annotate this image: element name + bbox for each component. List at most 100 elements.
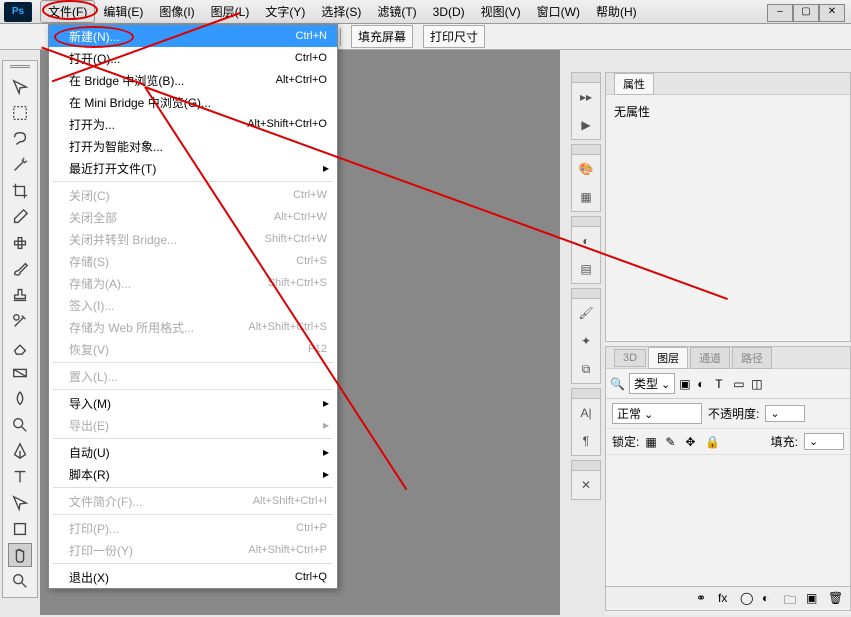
menu-item-o[interactable]: 打开(O)...Ctrl+O <box>49 47 337 69</box>
filter-type-icon[interactable]: T <box>715 377 729 391</box>
menu-shortcut: Alt+Shift+Ctrl+S <box>248 321 327 333</box>
properties-tab[interactable]: 属性 <box>614 73 654 95</box>
lasso-tool[interactable] <box>8 127 32 151</box>
menu-item-label: 存储为 Web 所用格式... <box>69 319 248 336</box>
pen-tool[interactable] <box>8 439 32 463</box>
history-icon[interactable]: ▸▸ <box>572 83 600 111</box>
dodge-tool[interactable] <box>8 413 32 437</box>
fill-input[interactable]: ⌄ <box>804 433 844 450</box>
filter-shape-icon[interactable]: ▭ <box>733 377 747 391</box>
menu-item-minibridgeg[interactable]: 在 Mini Bridge 中浏览(G)... <box>49 91 337 113</box>
menu-item-label: 关闭全部 <box>69 209 274 226</box>
lock-pos-icon[interactable]: ✥ <box>685 435 699 449</box>
crop-tool[interactable] <box>8 179 32 203</box>
tab-paths[interactable]: 路径 <box>732 347 772 369</box>
brushes-icon[interactable]: 🖌 <box>572 299 600 327</box>
close-button[interactable]: ✕ <box>819 4 845 22</box>
toolbox-grip[interactable] <box>10 65 30 73</box>
heal-tool[interactable] <box>8 231 32 255</box>
link-icon[interactable]: ⚭ <box>696 591 710 605</box>
menu-shortcut: Alt+Shift+Ctrl+P <box>248 544 327 556</box>
paragraph-icon[interactable]: ¶ <box>572 427 600 455</box>
menu-image[interactable]: 图像(I) <box>151 0 202 23</box>
fit-screen-button[interactable]: 填充屏幕 <box>351 25 413 48</box>
menu-item-t[interactable]: 最近打开文件(T)▸ <box>49 157 337 179</box>
menu-layer[interactable]: 图层(L) <box>203 0 258 23</box>
gradient-tool[interactable] <box>8 361 32 385</box>
path-tool[interactable] <box>8 491 32 515</box>
styles-icon[interactable]: ▤ <box>572 255 600 283</box>
menu-help[interactable]: 帮助(H) <box>588 0 645 23</box>
menu-item-n[interactable]: 新建(N)...Ctrl+N <box>49 25 337 47</box>
eraser-tool[interactable] <box>8 335 32 359</box>
menu-item-label: 置入(L)... <box>69 368 327 385</box>
adjustments-icon[interactable]: ◐ <box>572 227 600 255</box>
menu-item-r[interactable]: 脚本(R)▸ <box>49 463 337 485</box>
move-tool[interactable] <box>8 75 32 99</box>
blur-tool[interactable] <box>8 387 32 411</box>
menu-item-label: 最近打开文件(T) <box>69 160 327 177</box>
menu-window[interactable]: 窗口(W) <box>529 0 588 23</box>
menu-view[interactable]: 视图(V) <box>473 0 529 23</box>
menu-item-[interactable]: 打开为...Alt+Shift+Ctrl+O <box>49 113 337 135</box>
shape-tool[interactable] <box>8 517 32 541</box>
lock-all-icon[interactable]: 🔒 <box>705 435 719 449</box>
menu-type[interactable]: 文字(Y) <box>257 0 313 23</box>
dock-grip[interactable] <box>572 389 600 399</box>
minimize-button[interactable]: – <box>767 4 793 22</box>
brush-tool[interactable] <box>8 257 32 281</box>
character-icon[interactable]: A| <box>572 399 600 427</box>
filter-pixel-icon[interactable]: ▣ <box>679 377 693 391</box>
filter-adjust-icon[interactable]: ◐ <box>697 377 711 391</box>
history-brush-tool[interactable] <box>8 309 32 333</box>
swatches-icon[interactable]: ▦ <box>572 183 600 211</box>
maximize-button[interactable]: ▢ <box>793 4 819 22</box>
print-size-button[interactable]: 打印尺寸 <box>423 25 485 48</box>
new-layer-icon[interactable]: ▣ <box>806 591 820 605</box>
tab-channels[interactable]: 通道 <box>690 347 730 369</box>
fx-icon[interactable]: fx <box>718 591 732 605</box>
menu-select[interactable]: 选择(S) <box>313 0 369 23</box>
eyedropper-tool[interactable] <box>8 205 32 229</box>
group-icon[interactable]: 🗀 <box>784 591 798 605</box>
menu-item-m[interactable]: 导入(M)▸ <box>49 392 337 414</box>
layers-filter-bar: 🔍 类型 ⌄ ▣ ◐ T ▭ ◫ <box>606 369 850 399</box>
color-icon[interactable]: 🎨 <box>572 155 600 183</box>
dock-grip[interactable] <box>572 145 600 155</box>
dock-grip[interactable] <box>572 289 600 299</box>
tab-3d[interactable]: 3D <box>614 349 646 367</box>
menu-filter[interactable]: 滤镜(T) <box>369 0 424 23</box>
type-tool[interactable] <box>8 465 32 489</box>
menu-item-bridgeb[interactable]: 在 Bridge 中浏览(B)...Alt+Ctrl+O <box>49 69 337 91</box>
dock-grip[interactable] <box>572 461 600 471</box>
menu-3d[interactable]: 3D(D) <box>425 2 473 22</box>
menu-item-x[interactable]: 退出(X)Ctrl+Q <box>49 566 337 588</box>
filter-kind-select[interactable]: 类型 ⌄ <box>629 373 675 394</box>
tab-layers[interactable]: 图层 <box>648 347 688 369</box>
marquee-tool[interactable] <box>8 101 32 125</box>
blend-mode-select[interactable]: 正常 ⌄ <box>612 403 702 424</box>
trash-icon[interactable]: 🗑 <box>828 591 842 605</box>
brush-presets-icon[interactable]: ✦ <box>572 327 600 355</box>
layers-header: 3D 图层 通道 路径 <box>606 347 850 369</box>
hand-tool[interactable] <box>8 543 32 567</box>
menu-item-u[interactable]: 自动(U)▸ <box>49 441 337 463</box>
file-menu-dropdown: 新建(N)...Ctrl+N打开(O)...Ctrl+O在 Bridge 中浏览… <box>48 24 338 589</box>
stamp-tool[interactable] <box>8 283 32 307</box>
opacity-input[interactable]: ⌄ <box>765 405 805 422</box>
wand-tool[interactable] <box>8 153 32 177</box>
dock-grip[interactable] <box>572 217 600 227</box>
mask-icon[interactable]: ◯ <box>740 591 754 605</box>
filter-smart-icon[interactable]: ◫ <box>751 377 765 391</box>
menu-file[interactable]: 文件(F) <box>40 0 95 23</box>
lock-trans-icon[interactable]: ▦ <box>645 435 659 449</box>
clone-icon[interactable]: ⧉ <box>572 355 600 383</box>
zoom-tool[interactable] <box>8 569 32 593</box>
adjustment-icon[interactable]: ◐ <box>762 591 776 605</box>
lock-paint-icon[interactable]: ✎ <box>665 435 679 449</box>
menu-edit[interactable]: 编辑(E) <box>95 0 151 23</box>
actions-icon[interactable]: ▶ <box>572 111 600 139</box>
tools-icon[interactable]: ✕ <box>572 471 600 499</box>
dock-grip[interactable] <box>572 73 600 83</box>
menu-item-[interactable]: 打开为智能对象... <box>49 135 337 157</box>
